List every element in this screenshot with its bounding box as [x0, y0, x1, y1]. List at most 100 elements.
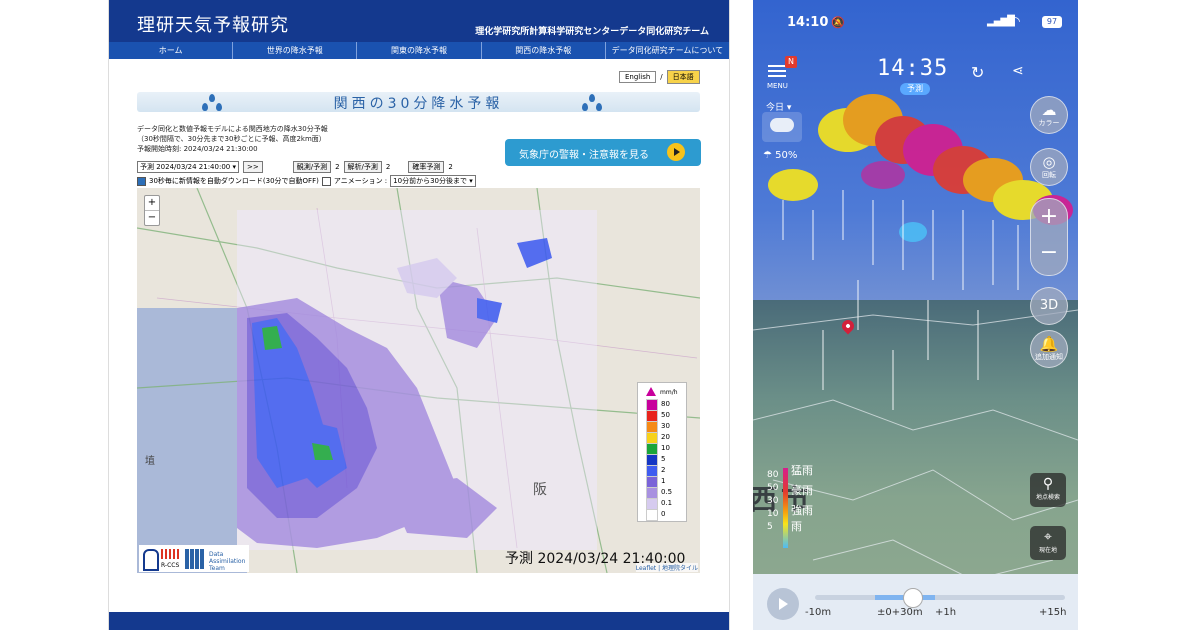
legend-value: 2: [661, 466, 666, 474]
jma-warning-label: 気象庁の警報・注意報を見る: [519, 150, 649, 161]
legend-value: 80: [661, 400, 670, 408]
svg-text:埴: 埴: [145, 454, 155, 467]
zoom-in-button[interactable]: +: [145, 196, 159, 211]
legend-value: 5: [661, 455, 666, 463]
nav-about-team[interactable]: データ同化研究チームについて: [604, 42, 729, 59]
legend-num: 5: [767, 522, 773, 532]
location-search-button[interactable]: ⚲ 地点検索: [1030, 473, 1066, 507]
legend-label: 猛雨: [791, 464, 813, 477]
probability-forecast-button[interactable]: 確率予測: [408, 161, 445, 173]
legend-value: 1: [661, 477, 666, 485]
animation-checkbox[interactable]: [321, 176, 331, 186]
forecast-time-select[interactable]: 予測 2024/03/24 21:40:00 ▾: [137, 161, 239, 173]
new-badge: N: [785, 56, 797, 68]
color-button[interactable]: ☁ カラー: [1030, 96, 1068, 134]
site-footer: [109, 612, 729, 630]
map-zoom-control: + −: [144, 195, 160, 226]
raindrop-icon: [216, 103, 222, 111]
legend-value: 20: [661, 433, 670, 441]
map-attribution[interactable]: Leaflet | 地理院タイル: [635, 563, 698, 572]
analysis-forecast-button[interactable]: 解析/予測: [343, 161, 382, 173]
desc-line: （30秒間隔で、30分先まで30秒ごとに予報、高度2km面）: [137, 135, 326, 143]
timeline-label: ±0+30m: [877, 607, 923, 618]
phone-app-screen: 14:10 🔕 ▂▄▆█ ◠ 97 MENU N 14:35 予測 ↻ ⋖ 今日…: [753, 0, 1078, 630]
legend-row: 0.1: [646, 498, 694, 510]
three-d-button[interactable]: 3D: [1030, 287, 1068, 325]
timeline-label: +1h: [935, 607, 957, 618]
nav-world-forecast[interactable]: 世界の降水予報: [232, 42, 356, 59]
lang-english-button[interactable]: English: [619, 71, 657, 83]
legend-value: 0.5: [661, 488, 673, 496]
legend-num: 30: [767, 496, 779, 506]
add-notification-button[interactable]: 🔔 追加通知: [1030, 330, 1068, 368]
color-button-label: カラー: [1038, 119, 1060, 127]
site-subtitle: 理化学研究所計算科学研究センターデータ同化研究チーム: [475, 27, 709, 37]
legend-value: 10: [661, 444, 670, 452]
legend-row: 0: [646, 509, 694, 521]
refresh-icon[interactable]: ↻: [971, 63, 984, 82]
current-location-label: 現在地: [1038, 547, 1057, 554]
raindrop-icon: [596, 103, 602, 111]
map-layer: 埴 阪: [137, 188, 700, 573]
legend-label: 強雨: [791, 504, 813, 517]
lang-separator: /: [660, 73, 663, 81]
nav-home[interactable]: ホーム: [109, 42, 232, 59]
location-search-label: 地点検索: [1035, 494, 1060, 501]
auto-download-checkbox[interactable]: [137, 176, 146, 186]
legend-arrow-icon: [646, 387, 656, 396]
legend-row: 0.5: [646, 487, 694, 499]
jma-warning-button[interactable]: 気象庁の警報・注意報を見る: [505, 139, 701, 166]
zoom-out-button[interactable]: −: [145, 211, 159, 225]
timeline-slider[interactable]: [815, 588, 1065, 608]
zoom-in-icon[interactable]: +: [1031, 199, 1067, 235]
rotate-button[interactable]: ◎ 回転: [1030, 148, 1068, 186]
forecast-start-time: 予報開始時刻: 2024/03/24 21:30:00: [137, 145, 258, 153]
web-page: 理研天気予報研究 理化学研究所計算科学研究センターデータ同化研究チーム ホーム …: [109, 0, 729, 630]
legend-label: 豪雨: [791, 484, 813, 497]
probability-forecast-num: 2: [448, 163, 453, 171]
legend-row: 20: [646, 432, 694, 444]
next-step-button[interactable]: >>: [242, 161, 263, 173]
menu-button[interactable]: MENU N: [767, 56, 797, 90]
legend-row: 80: [646, 399, 694, 411]
timeline-bar: -10m ±0+30m +1h +15h: [753, 574, 1078, 630]
timeline-handle[interactable]: [903, 588, 923, 608]
share-icon[interactable]: ⋖: [1012, 63, 1024, 79]
raindrop-icon: [582, 103, 588, 111]
obs-forecast-button[interactable]: 観測/予測: [292, 161, 332, 173]
legend-value: 30: [661, 422, 670, 430]
legend-row: 1: [646, 476, 694, 488]
legend-unit: mm/h: [660, 389, 678, 396]
forecast-description: データ同化と数値予報モデルによる関西地方の降水30分予報 （30秒間隔で、30分…: [137, 124, 328, 154]
page-title: 関西の30分降水予報: [333, 96, 504, 112]
da-team-logo-icon: [185, 549, 205, 569]
legend-num: 80: [767, 470, 779, 480]
rccs-logo-text: R-CCS: [161, 562, 180, 569]
menu-label: MENU: [767, 82, 788, 90]
hamburger-icon: [768, 65, 787, 67]
forecast-time-display: 14:35: [877, 56, 949, 81]
riken-logo-icon: [143, 549, 159, 571]
da-team-logo-text: Data Assimilation Team: [209, 551, 246, 572]
rain-legend: mm/h 80 50 30 20 10 5 2 1 0.5 0.1 0: [637, 382, 687, 522]
legend-color-bar: [783, 468, 788, 548]
nav-kansai-forecast[interactable]: 関西の降水予報: [480, 42, 605, 59]
zoom-out-icon[interactable]: −: [1031, 235, 1067, 271]
rotate-button-label: 回転: [1042, 171, 1056, 179]
play-button[interactable]: [767, 588, 799, 620]
play-arrow-icon: [667, 143, 685, 161]
lang-japanese-button[interactable]: 日本語: [666, 70, 700, 84]
legend-swatch: [646, 509, 658, 521]
mute-bell-icon: 🔕: [831, 16, 845, 29]
nav-kanto-forecast[interactable]: 関東の降水予報: [356, 42, 480, 59]
add-notification-label: 追加通知: [1035, 353, 1063, 361]
current-location-button[interactable]: ⌖ 現在地: [1030, 526, 1066, 560]
weather-summary[interactable]: [762, 112, 802, 142]
site-title[interactable]: 理研天気予報研究: [137, 11, 289, 37]
forecast-mode-badge: 予測: [900, 83, 930, 95]
animation-range-select[interactable]: 10分前から30分後まで ▾: [390, 175, 476, 187]
battery-indicator: 97: [1042, 16, 1062, 28]
legend-value: 50: [661, 411, 670, 419]
rain-map[interactable]: 埴 阪 + − mm/h 80 50 30 20 10 5 2 1 0.5 0.1 0 R-CCS …: [137, 188, 700, 573]
raindrop-icon: [589, 94, 595, 102]
